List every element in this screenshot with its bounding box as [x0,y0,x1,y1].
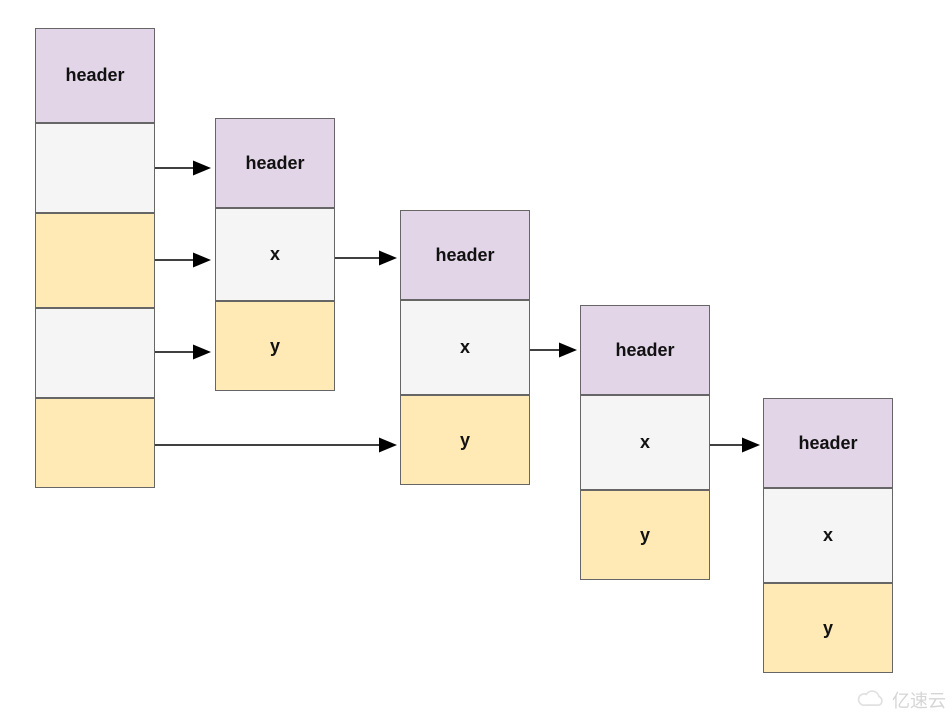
header-cell: header [35,28,155,123]
data-cell-x: x [580,395,710,490]
empty-cell [35,398,155,488]
header-cell: header [763,398,893,488]
header-cell: header [400,210,530,300]
data-cell-y: y [763,583,893,673]
empty-cell [35,123,155,213]
cell-label: header [65,65,124,86]
cell-label: x [270,244,280,265]
header-cell: header [580,305,710,395]
diagram-stage: 亿速云 header header x y header x y header x y header… [0,0,952,717]
cell-label: header [615,340,674,361]
cell-label: y [270,336,280,357]
cell-label: y [823,618,833,639]
cell-label: x [640,432,650,453]
cell-label: y [640,525,650,546]
cell-label: x [823,525,833,546]
data-cell-x: x [763,488,893,583]
data-cell-x: x [215,208,335,301]
cell-label: x [460,337,470,358]
data-cell-x: x [400,300,530,395]
cell-label: y [460,430,470,451]
cell-label: header [245,153,304,174]
watermark-text: 亿速云 [892,687,946,713]
data-cell-y: y [215,301,335,391]
empty-cell [35,308,155,398]
cell-label: header [798,433,857,454]
cell-label: header [435,245,494,266]
empty-cell [35,213,155,308]
header-cell: header [215,118,335,208]
data-cell-y: y [580,490,710,580]
data-cell-y: y [400,395,530,485]
watermark: 亿速云 [854,687,946,713]
cloud-icon [854,690,888,710]
